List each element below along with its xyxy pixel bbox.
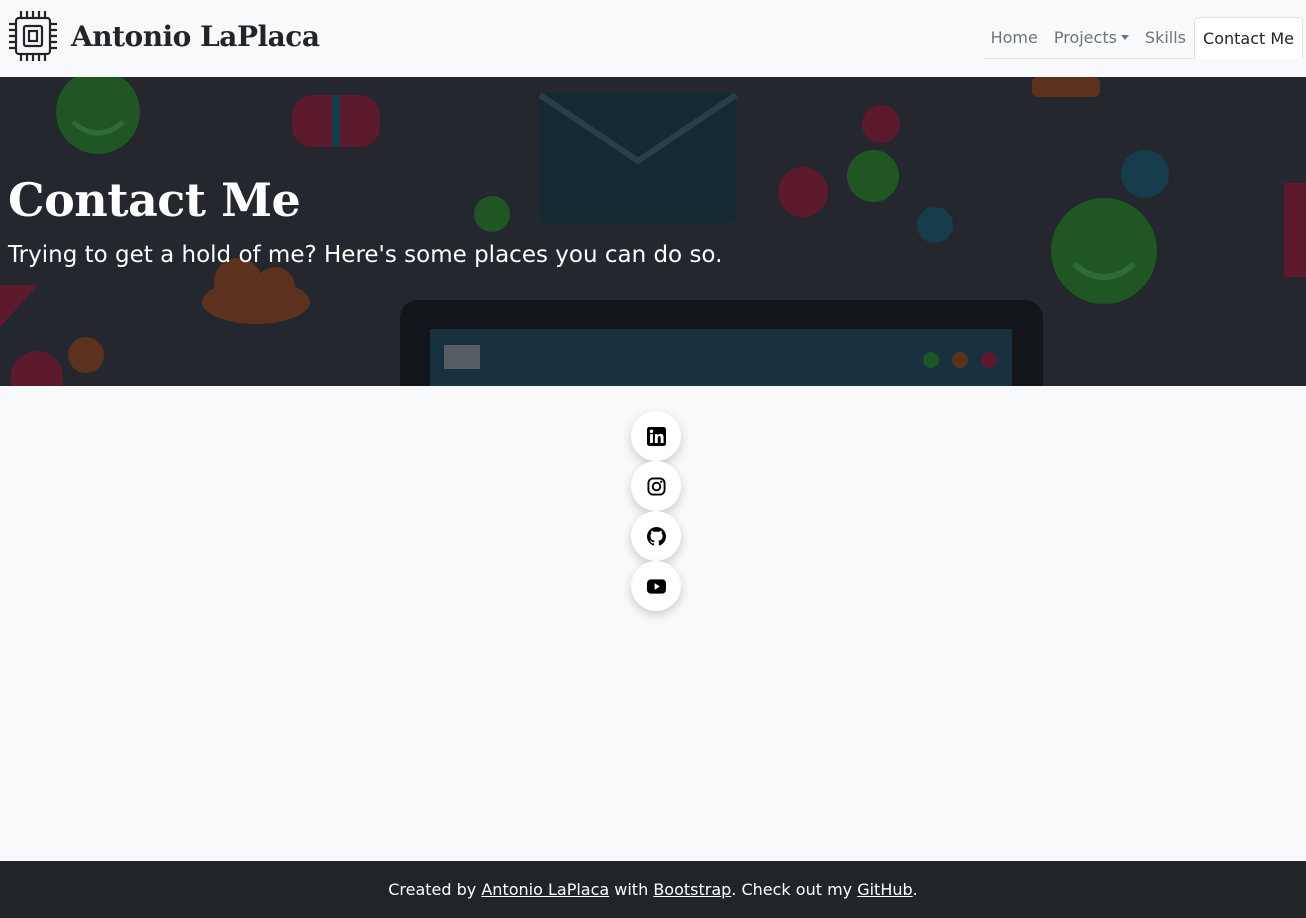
footer-author-link[interactable]: Antonio LaPlaca [481, 880, 609, 899]
caret-down-icon [1120, 35, 1129, 40]
youtube-icon [646, 578, 666, 594]
footer-after: . Check out my [731, 880, 858, 899]
footer: Created by Antonio LaPlaca with Bootstra… [0, 861, 1306, 918]
instagram-icon [646, 476, 666, 496]
navbar: Antonio LaPlaca Home Projects Skills Con… [0, 0, 1306, 77]
brand-name: Antonio LaPlaca [71, 19, 320, 53]
hero-banner: Contact Me Trying to get a hold of me? H… [0, 77, 1306, 386]
footer-middle: with [609, 880, 654, 899]
footer-text: Created by Antonio LaPlaca with Bootstra… [388, 880, 918, 899]
github-button[interactable] [631, 511, 681, 561]
nav-home[interactable]: Home [983, 17, 1046, 58]
youtube-button[interactable] [631, 561, 681, 611]
social-links [631, 411, 681, 611]
nav-projects-label: Projects [1053, 28, 1117, 47]
github-icon [646, 526, 666, 546]
nav-contact-me[interactable]: Contact Me [1194, 17, 1303, 59]
main-nav: Home Projects Skills Contact Me [982, 17, 1303, 59]
hero-background-illustration [0, 77, 1306, 386]
nav-projects-dropdown[interactable]: Projects [1046, 17, 1137, 58]
nav-skills[interactable]: Skills [1137, 17, 1194, 58]
chip-icon [9, 11, 57, 61]
brand-link[interactable]: Antonio LaPlaca [8, 10, 320, 62]
page-subtitle: Trying to get a hold of me? Here's some … [8, 242, 723, 268]
linkedin-button[interactable] [631, 411, 681, 461]
footer-github-link[interactable]: GitHub [857, 880, 912, 899]
footer-bootstrap-link[interactable]: Bootstrap [653, 880, 731, 899]
linkedin-icon [646, 426, 666, 446]
instagram-button[interactable] [631, 461, 681, 511]
footer-suffix: . [912, 880, 918, 899]
page-title: Contact Me [8, 173, 301, 227]
footer-prefix: Created by [388, 880, 482, 899]
